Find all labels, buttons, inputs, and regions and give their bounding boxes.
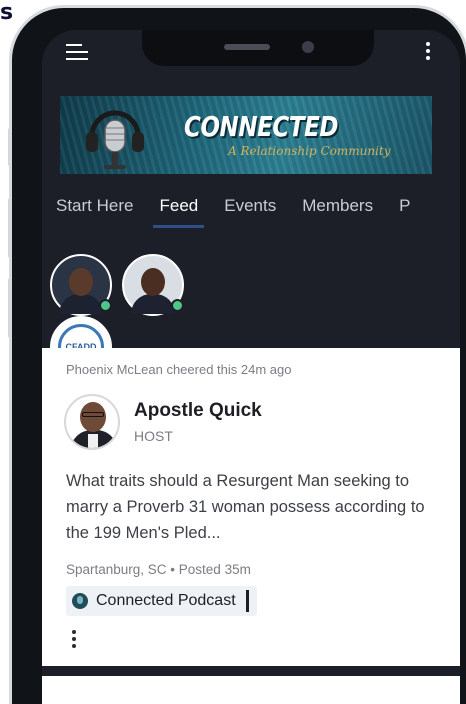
tab-partial[interactable]: P	[399, 196, 410, 216]
post-options-icon[interactable]	[72, 630, 76, 651]
hamburger-menu-icon[interactable]	[66, 44, 88, 65]
online-status-dot	[171, 299, 184, 312]
next-feed-card	[42, 676, 460, 704]
post-meta: Spartanburg, SC • Posted 35m	[66, 562, 251, 577]
banner-subtitle: A Relationship Community	[228, 144, 391, 158]
tab-members[interactable]: Members	[302, 196, 373, 216]
post-activity-text: Phoenix McLean cheered this 24m ago	[66, 362, 292, 377]
banner-title: CONNECTED	[184, 110, 339, 143]
tab-feed[interactable]: Feed	[153, 196, 204, 228]
tab-start-here[interactable]: Start Here	[56, 196, 133, 216]
podcast-space-icon	[72, 593, 88, 609]
member-avatar-row: CFADD	[50, 254, 266, 440]
text-cursor	[245, 590, 249, 612]
tab-bar: Start Here Feed Events Members P	[56, 196, 436, 228]
speaker-grille	[224, 44, 270, 50]
post-body-text[interactable]: What traits should a Resurgent Man seeki…	[66, 468, 440, 546]
app-screen: CONNECTED A Relationship Community Start…	[42, 30, 460, 704]
author-avatar[interactable]	[64, 394, 120, 450]
microphone-headphones-icon	[86, 110, 144, 169]
camera-dot	[302, 41, 314, 53]
tab-events[interactable]: Events	[224, 196, 276, 216]
phone-frame: CONNECTED A Relationship Community Start…	[12, 8, 466, 704]
post-author-role: HOST	[134, 428, 173, 444]
post-author-name[interactable]: Apostle Quick	[134, 400, 262, 422]
online-status-dot	[99, 299, 112, 312]
space-chip[interactable]: Connected Podcast	[66, 586, 257, 616]
space-chip-label: Connected Podcast	[96, 592, 236, 609]
more-vertical-icon[interactable]	[426, 42, 430, 63]
phone-notch	[142, 30, 374, 66]
feed-post-card: Phoenix McLean cheered this 24m ago Apos…	[42, 348, 460, 666]
community-banner: CONNECTED A Relationship Community	[60, 96, 432, 174]
page-edge-glyph: s	[0, 0, 14, 25]
member-avatar[interactable]	[50, 254, 112, 316]
member-avatar[interactable]	[122, 254, 184, 316]
